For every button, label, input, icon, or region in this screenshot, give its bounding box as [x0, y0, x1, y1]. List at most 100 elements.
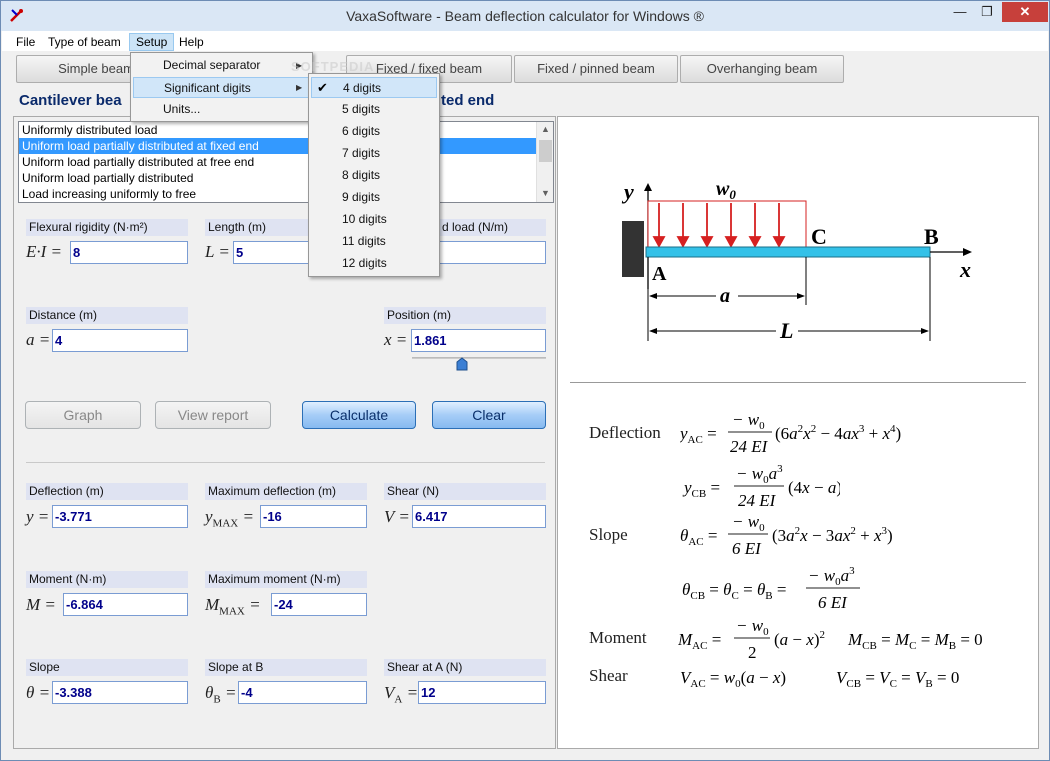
diagram-panel: y w0 x C B A a L Deflection yAC = − w0 2…: [557, 116, 1039, 749]
point-c-label: C: [811, 224, 827, 249]
svg-text:24 EI: 24 EI: [730, 437, 769, 456]
beam-title: Cantilever bea: [19, 92, 122, 109]
menu-item-11-digits[interactable]: 11 digits: [311, 231, 437, 252]
svg-text:(6a2x2 − 4ax3 + x4): (6a2x2 − 4ax3 + x4): [775, 423, 901, 443]
svg-text:− w0a3: − w0a3: [736, 463, 783, 486]
slope-formula-cb: θCB = θC = θB = − w0a3 6 EI: [682, 565, 860, 612]
shear-formula-label: Shear: [589, 666, 628, 685]
tab-fixed-pinned-beam[interactable]: Fixed / pinned beam: [514, 55, 678, 83]
length-input[interactable]: 5: [233, 241, 309, 264]
y-arrow-icon: [644, 183, 652, 191]
slope-b-var: θB =: [205, 683, 237, 706]
distance-var: a =: [26, 330, 51, 349]
svg-text:yAC =: yAC =: [680, 424, 717, 446]
menu-item-9-digits[interactable]: 9 digits: [311, 187, 437, 208]
deflection-output[interactable]: -3.771: [52, 505, 188, 528]
scroll-down-icon[interactable]: ▼: [537, 188, 553, 198]
menu-file[interactable]: File: [10, 33, 41, 51]
beam: [645, 246, 931, 258]
slope-b-label: Slope at B: [205, 659, 367, 676]
menu-setup[interactable]: Setup: [129, 33, 175, 51]
tab-overhanging-beam[interactable]: Overhanging beam: [680, 55, 844, 83]
dim-l-label: L: [779, 318, 793, 343]
minimize-button[interactable]: —: [947, 2, 973, 22]
svg-text:VAC = w0(a − x): VAC = w0(a − x): [680, 668, 786, 690]
scroll-up-icon[interactable]: ▲: [537, 124, 553, 134]
point-a-label: A: [652, 263, 667, 285]
moment-output[interactable]: -6.864: [63, 593, 188, 616]
max-deflection-output[interactable]: -16: [260, 505, 367, 528]
shear-var: V =: [384, 507, 410, 526]
svg-text:(4x − a): (4x − a): [788, 478, 840, 497]
menu-item-10-digits[interactable]: 10 digits: [311, 209, 437, 230]
divider: [26, 462, 545, 463]
list-item[interactable]: Uniform load partially distributed at fi…: [19, 138, 553, 154]
y-axis-label: y: [621, 179, 634, 204]
max-moment-var: MMAX =: [205, 595, 261, 618]
flexural-rigidity-input[interactable]: 8: [70, 241, 188, 264]
svg-text:− w0: − w0: [732, 512, 765, 534]
deflection-formula-label: Deflection: [589, 423, 661, 442]
fixed-support: [622, 221, 644, 277]
view-report-button[interactable]: View report: [155, 401, 271, 429]
length-label: Length (m): [205, 219, 309, 236]
menu-help[interactable]: Help: [173, 33, 210, 51]
menu-item-4-digits[interactable]: 4 digits: [311, 77, 437, 98]
moment-var: M =: [26, 595, 56, 614]
graph-button[interactable]: Graph: [25, 401, 141, 429]
slope-output[interactable]: -3.388: [52, 681, 188, 704]
slope-label: Slope: [26, 659, 188, 676]
shear-output[interactable]: 6.417: [412, 505, 546, 528]
position-slider-thumb[interactable]: [456, 357, 468, 371]
length-var: L =: [205, 242, 230, 261]
scroll-thumb[interactable]: [539, 140, 552, 162]
svg-text:MAC =: MAC =: [678, 630, 721, 652]
position-input[interactable]: 1.861: [411, 329, 546, 352]
menu-item-decimal-separator[interactable]: Decimal separator: [133, 55, 310, 76]
slope-b-output[interactable]: -4: [238, 681, 367, 704]
menu-item-5-digits[interactable]: 5 digits: [311, 99, 437, 120]
deflection-formula-cb: yCB = − w0a3 24 EI (4x − a): [682, 463, 840, 510]
max-moment-output[interactable]: -24: [271, 593, 367, 616]
distance-input[interactable]: 4: [52, 329, 188, 352]
beam-diagram: y w0 x C B A a L: [621, 178, 972, 343]
submenu-arrow-icon: ▶: [296, 83, 303, 92]
watermark: SOFTPEDIA: [291, 59, 375, 74]
list-item[interactable]: Uniform load partially distributed at fr…: [19, 154, 553, 170]
input-panel: Uniformly distributed load Uniform load …: [13, 116, 556, 749]
menu-item-8-digits[interactable]: 8 digits: [311, 165, 437, 186]
svg-text:yCB =: yCB =: [682, 478, 720, 500]
menu-item-significant-digits[interactable]: Significant digits: [133, 77, 310, 98]
menu-item-units[interactable]: Units...: [133, 99, 310, 120]
x-arrow-icon: [963, 248, 972, 256]
calculate-button[interactable]: Calculate: [302, 401, 416, 429]
svg-text:θCB = θC = θB =: θCB = θC = θB =: [682, 580, 786, 602]
menu-item-12-digits[interactable]: 12 digits: [311, 253, 437, 274]
list-item[interactable]: Uniformly distributed load: [19, 122, 553, 138]
dim-a-label: a: [720, 285, 730, 307]
svg-text:6 EI: 6 EI: [732, 539, 762, 558]
diagram-divider: [570, 382, 1026, 383]
x-axis-label: x: [959, 257, 971, 282]
list-scrollbar[interactable]: ▲ ▼: [536, 122, 553, 202]
position-slider-track[interactable]: [412, 357, 546, 359]
load-type-list[interactable]: Uniformly distributed load Uniform load …: [18, 121, 554, 203]
shear-a-output[interactable]: 12: [418, 681, 546, 704]
app-window: VaxaSoftware - Beam deflection calculato…: [0, 0, 1050, 761]
clear-button[interactable]: Clear: [432, 401, 546, 429]
list-item[interactable]: Load increasing uniformly to free: [19, 186, 553, 202]
load-input[interactable]: [439, 241, 546, 264]
list-item[interactable]: Uniform load partially distributed: [19, 170, 553, 186]
close-button[interactable]: ✕: [1002, 2, 1048, 22]
max-deflection-label: Maximum deflection (m): [205, 483, 367, 500]
svg-text:MCB = MC = MB = 0: MCB = MC = MB = 0: [847, 630, 983, 652]
menu-type-of-beam[interactable]: Type of beam: [42, 33, 127, 51]
checkmark-icon: ✔: [317, 80, 328, 95]
setup-menu: Decimal separator ▶ Significant digits ▶…: [130, 52, 313, 122]
svg-text:− w0: − w0: [732, 410, 765, 432]
shear-label: Shear (N): [384, 483, 546, 500]
max-deflection-var: yMAX =: [205, 507, 254, 530]
maximize-button[interactable]: ❐: [974, 2, 1000, 22]
menu-item-6-digits[interactable]: 6 digits: [311, 121, 437, 142]
menu-item-7-digits[interactable]: 7 digits: [311, 143, 437, 164]
